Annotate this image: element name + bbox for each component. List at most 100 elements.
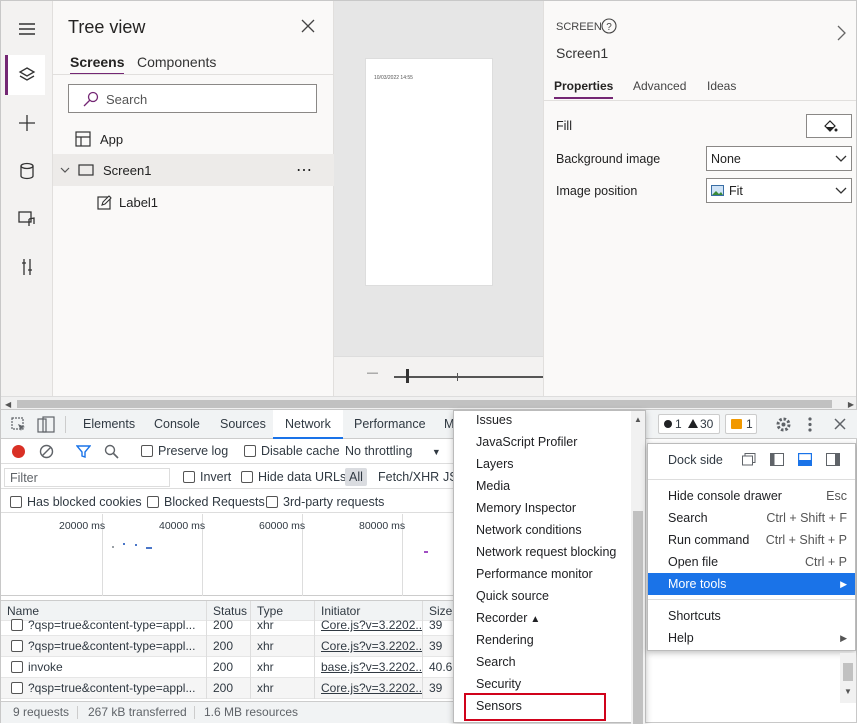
tools-icon[interactable] <box>7 247 47 287</box>
third-party-checkbox[interactable]: 3rd-party requests <box>266 495 384 509</box>
dropdown-arrow-icon: ▼ <box>431 447 441 457</box>
filter-icon[interactable] <box>76 444 91 459</box>
dock-bottom-icon[interactable] <box>798 453 812 466</box>
preserve-log-checkbox[interactable]: Preserve log <box>141 444 228 458</box>
device-toolbar-icon[interactable] <box>37 416 55 434</box>
tab-console[interactable]: Console <box>154 410 200 439</box>
search-icon[interactable] <box>104 444 119 459</box>
devtools-scrollbar[interactable]: ▼ <box>840 653 856 703</box>
kebab-menu-icon[interactable] <box>807 416 813 433</box>
cell-initiator[interactable]: Core.js?v=3.2202... <box>315 678 423 699</box>
menu-item-network-conditions[interactable]: Network conditions <box>476 519 582 541</box>
tab-components[interactable]: Components <box>137 54 216 70</box>
more-options-icon[interactable]: ⋯ <box>296 160 312 180</box>
blocked-requests-checkbox[interactable]: Blocked Requests <box>147 495 265 509</box>
zoom-slider-thumb[interactable] <box>406 369 409 383</box>
tab-performance[interactable]: Performance <box>354 410 426 439</box>
image-position-dropdown[interactable]: Fit <box>706 178 852 203</box>
close-icon[interactable] <box>301 19 315 33</box>
disable-cache-checkbox[interactable]: Disable cache <box>244 444 340 458</box>
menu-item-security[interactable]: Security <box>476 673 521 695</box>
menu-item-hide-console-drawer[interactable]: Hide console drawer Esc <box>648 485 855 507</box>
menu-item-search[interactable]: Search <box>476 651 516 673</box>
dock-left-icon[interactable] <box>770 453 784 466</box>
menu-item-help[interactable]: Help ▶ <box>648 627 855 649</box>
filter-input[interactable]: Filter <box>4 468 170 487</box>
close-icon[interactable] <box>834 418 846 430</box>
tab-elements[interactable]: Elements <box>83 410 135 439</box>
throttling-select[interactable]: No throttling ▼ <box>345 444 441 458</box>
menu-item-network-request-blocking[interactable]: Network request blocking <box>476 541 616 563</box>
table-row[interactable]: invoke 200 xhr base.js?v=3.2202... 40.6 <box>1 657 453 678</box>
tab-network[interactable]: Network <box>273 410 343 439</box>
scrollbar-thumb[interactable] <box>633 511 643 724</box>
scroll-down-icon[interactable]: ▼ <box>844 687 852 696</box>
tree-item-label1[interactable]: Label1 <box>53 186 334 218</box>
zoom-out-button[interactable]: — <box>367 367 378 379</box>
tree-item-screen1[interactable]: Screen1 ⋯ <box>53 154 334 186</box>
cell-initiator[interactable]: base.js?v=3.2202... <box>315 657 423 678</box>
hide-data-urls-checkbox[interactable]: Hide data URLs <box>241 470 346 484</box>
menu-item-sensors[interactable]: Sensors <box>476 695 522 717</box>
screen-preview[interactable]: 10/03/2022 14:55 <box>365 58 493 286</box>
menu-item-open-file[interactable]: Open file Ctrl + P <box>648 551 855 573</box>
invert-checkbox[interactable]: Invert <box>183 470 231 484</box>
network-overview[interactable]: 20000 ms 40000 ms 60000 ms 80000 ms <box>1 514 453 596</box>
menu-item-issues[interactable]: Issues <box>476 409 512 431</box>
table-row[interactable]: ?qsp=true&content-type=appl... 200 xhr C… <box>1 615 453 636</box>
tree-item-app[interactable]: App <box>53 123 334 155</box>
scrollbar-thumb[interactable] <box>17 400 832 408</box>
fill-color-button[interactable] <box>806 114 852 138</box>
menu-item-search[interactable]: Search Ctrl + Shift + F <box>648 507 855 529</box>
menu-item-recorder[interactable]: Recorder ▲ <box>476 607 540 629</box>
scrollbar-thumb[interactable] <box>843 663 853 681</box>
tab-sources[interactable]: Sources <box>220 410 266 439</box>
search-input[interactable]: Search <box>68 84 317 113</box>
cell-initiator[interactable]: Core.js?v=3.2202... <box>315 636 423 657</box>
menu-item-performance-monitor[interactable]: Performance monitor <box>476 563 593 585</box>
menu-item-rendering[interactable]: Rendering <box>476 629 534 651</box>
menu-scrollbar[interactable]: ▲ <box>631 411 645 724</box>
database-icon[interactable] <box>7 151 47 191</box>
plus-icon[interactable] <box>7 103 47 143</box>
dock-right-icon[interactable] <box>826 453 840 466</box>
tab-screens[interactable]: Screens <box>70 54 125 75</box>
layers-icon[interactable] <box>5 55 45 95</box>
zoom-slider[interactable] <box>394 376 544 378</box>
menu-item-layers[interactable]: Layers <box>476 453 514 475</box>
horizontal-scrollbar[interactable]: ◀ ▶ <box>1 396 856 409</box>
help-icon[interactable]: ? <box>601 18 617 34</box>
clear-icon[interactable] <box>39 444 54 459</box>
table-row[interactable]: ?qsp=true&content-type=appl... 200 xhr C… <box>1 678 453 699</box>
menu-item-media[interactable]: Media <box>476 475 510 497</box>
tab-ideas[interactable]: Ideas <box>707 79 736 93</box>
gear-icon[interactable] <box>775 416 792 433</box>
table-row[interactable]: ?qsp=true&content-type=appl... 200 xhr C… <box>1 636 453 657</box>
menu-item-javascript-profiler[interactable]: JavaScript Profiler <box>476 431 577 453</box>
menu-item-more-tools[interactable]: More tools ▶ <box>648 573 855 595</box>
bg-image-dropdown[interactable]: None <box>706 146 852 171</box>
record-icon[interactable] <box>12 445 25 458</box>
menu-item-quick-source[interactable]: Quick source <box>476 585 549 607</box>
tab-properties[interactable]: Properties <box>554 79 614 99</box>
timeline-mark <box>135 544 137 546</box>
scroll-left-icon[interactable]: ◀ <box>5 400 11 409</box>
chevron-down-icon[interactable] <box>60 165 70 175</box>
menu-item-run-command[interactable]: Run command Ctrl + Shift + P <box>648 529 855 551</box>
chevron-right-icon[interactable] <box>836 25 846 41</box>
menu-item-shortcuts[interactable]: Shortcuts <box>648 605 855 627</box>
hamburger-icon[interactable] <box>7 9 47 49</box>
menu-item-memory-inspector[interactable]: Memory Inspector <box>476 497 576 519</box>
undock-icon[interactable] <box>742 453 756 466</box>
blocked-cookies-checkbox[interactable]: Has blocked cookies <box>10 495 142 509</box>
filter-all-button[interactable]: All <box>345 468 367 486</box>
scroll-right-icon[interactable]: ▶ <box>848 400 854 409</box>
scroll-up-icon[interactable]: ▲ <box>634 415 642 424</box>
tab-advanced[interactable]: Advanced <box>633 79 686 93</box>
errors-warnings-badge[interactable]: 1 30 <box>658 414 720 434</box>
inspect-element-icon[interactable] <box>11 417 27 433</box>
cell-initiator[interactable]: Core.js?v=3.2202... <box>315 615 423 636</box>
issues-badge[interactable]: 1 <box>725 414 757 434</box>
filter-fetch-xhr-button[interactable]: Fetch/XHR <box>378 470 439 484</box>
media-icon[interactable] <box>7 199 47 239</box>
